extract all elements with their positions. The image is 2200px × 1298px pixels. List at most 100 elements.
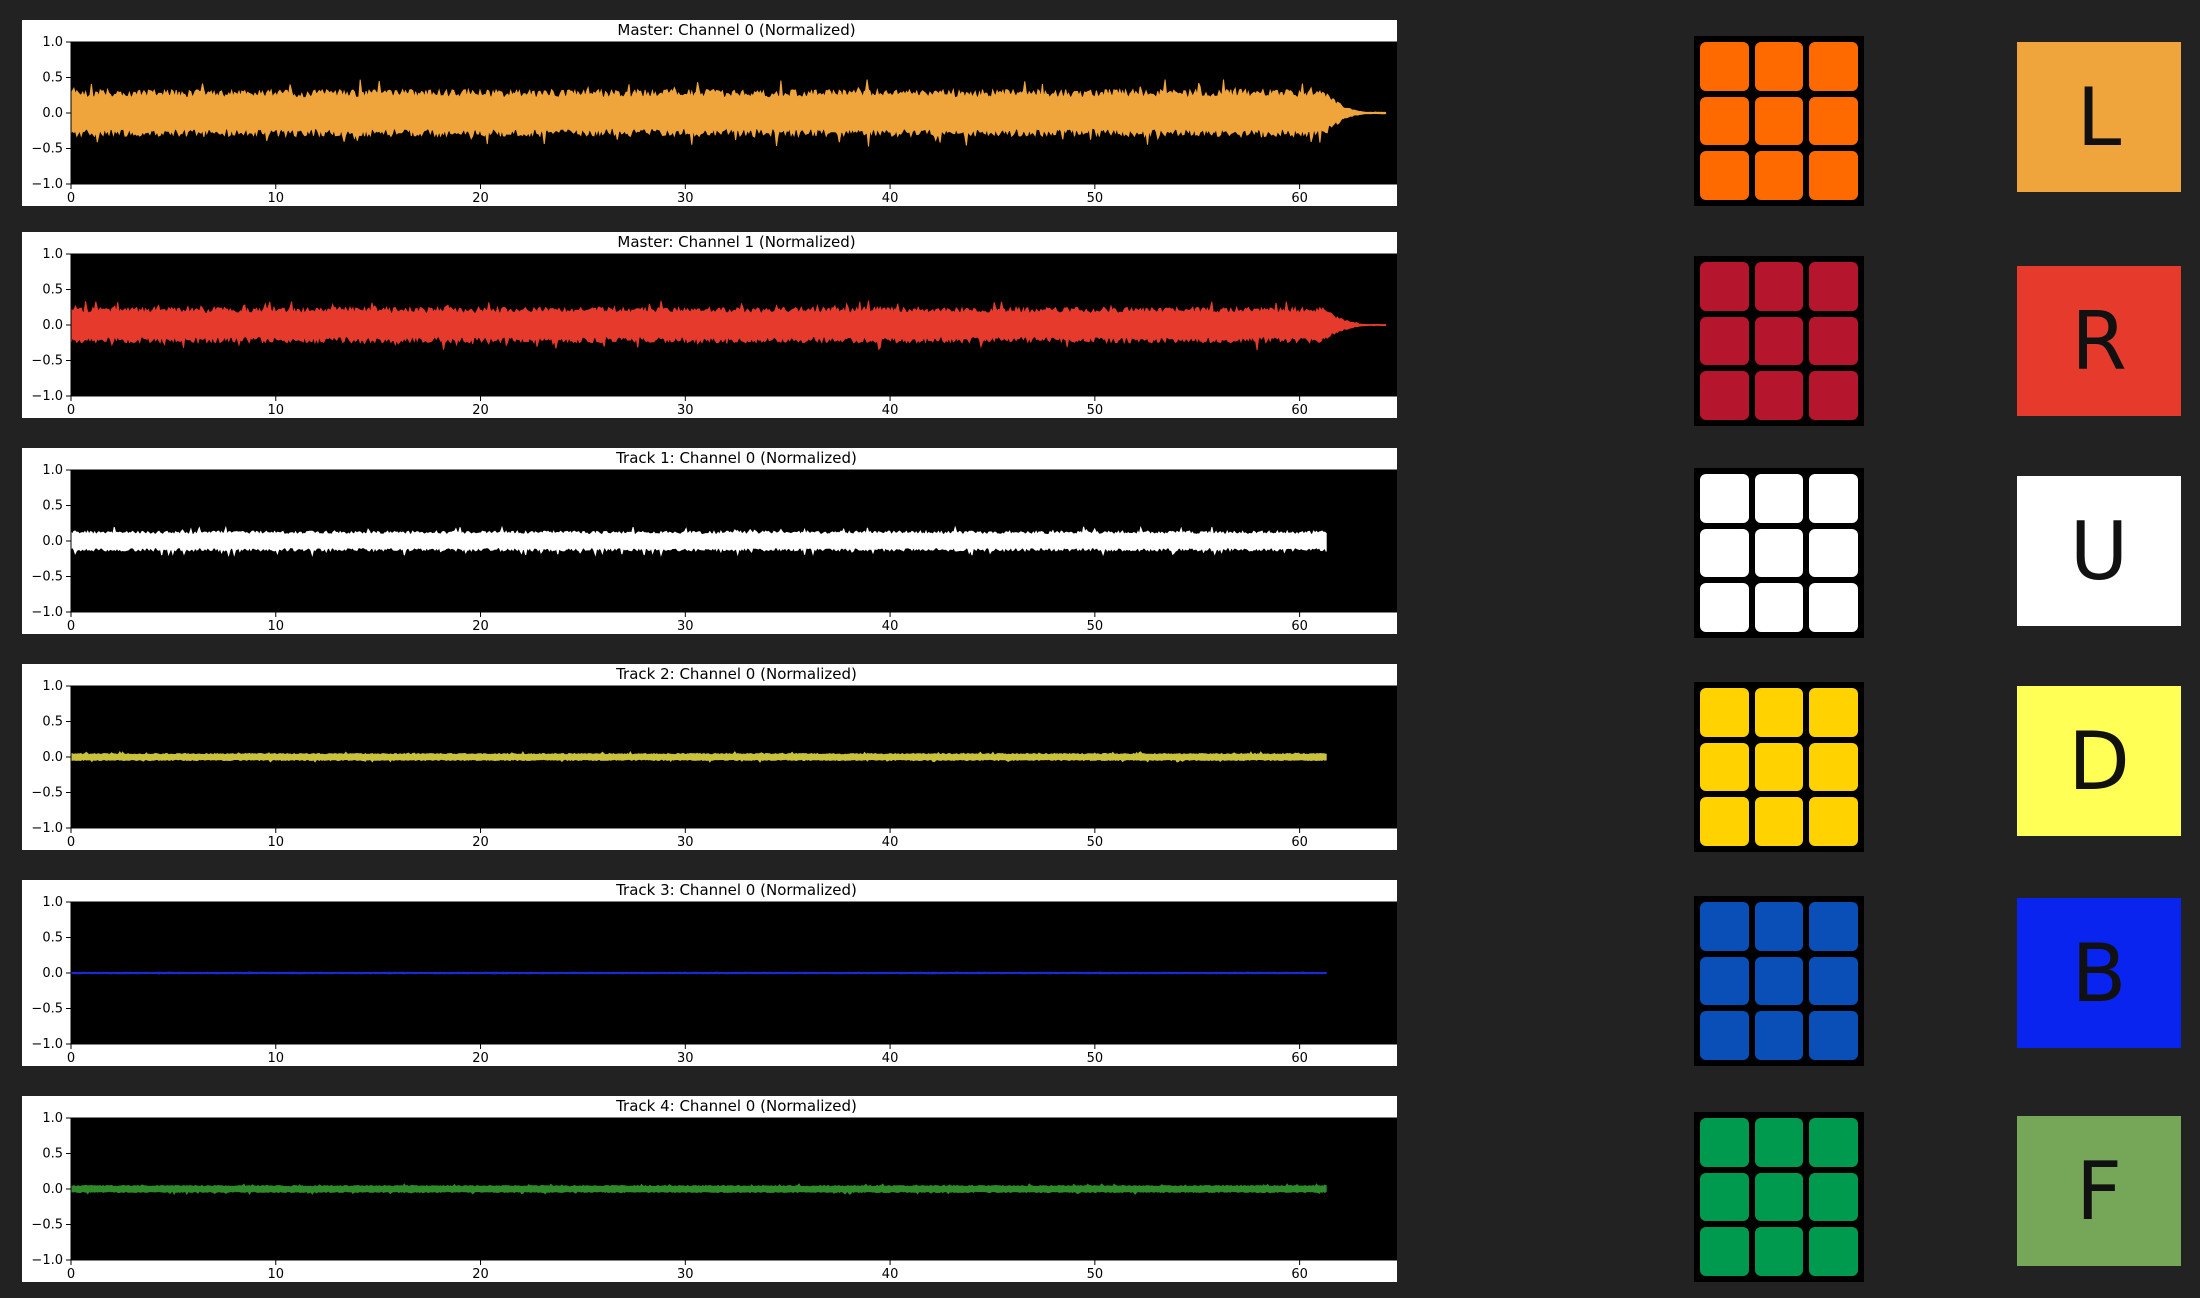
cube-sticker <box>1754 583 1804 632</box>
x-tick-label: 50 <box>1087 835 1104 850</box>
cube-sticker <box>1754 42 1804 91</box>
cube-sticker <box>1754 96 1804 146</box>
x-tick-label: 20 <box>472 403 489 418</box>
y-tick-label: 1.0 <box>42 35 63 50</box>
x-tick-label: 60 <box>1291 1051 1308 1066</box>
x-tick-label: 20 <box>472 1267 489 1282</box>
cube-sticker <box>1700 742 1749 792</box>
cube-sticker <box>1700 956 1749 1006</box>
y-tick-label: 0.5 <box>42 71 63 86</box>
x-tick-label: 60 <box>1291 403 1308 418</box>
y-tick-label: −0.5 <box>31 786 63 801</box>
waveform-panel: Master: Channel 1 (Normalized) 0 10 20 30 40 5… <box>22 232 1397 418</box>
x-tick-label: 0 <box>67 403 75 418</box>
x-tick-label: 20 <box>472 619 489 634</box>
x-tick-label: 10 <box>267 835 284 850</box>
x-tick-label: 10 <box>267 619 284 634</box>
cube-sticker <box>1700 96 1749 146</box>
y-tick-label: 0.0 <box>42 750 63 765</box>
y-tick-label: 0.5 <box>42 499 63 514</box>
y-tick-label: −1.0 <box>31 389 63 404</box>
x-tick-label: 20 <box>472 1051 489 1066</box>
face-letter-tile: B <box>2017 898 2181 1048</box>
waveform-panel: Track 1: Channel 0 (Normalized) 0 10 20 30 40… <box>22 448 1397 634</box>
x-tick-label: 10 <box>267 1267 284 1282</box>
chart-title: Track 1: Channel 0 (Normalized) <box>615 449 857 467</box>
y-tick-label: 1.0 <box>42 247 63 262</box>
x-tick-label: 40 <box>882 1267 899 1282</box>
cube-sticker <box>1809 316 1858 366</box>
y-tick-label: 0.5 <box>42 931 63 946</box>
x-tick-label: 10 <box>267 1051 284 1066</box>
waveform-series <box>70 971 1327 975</box>
cube-sticker <box>1809 151 1858 200</box>
face-letter-tile: R <box>2017 266 2181 416</box>
x-tick-label: 40 <box>882 403 899 418</box>
chart-title: Track 3: Channel 0 (Normalized) <box>615 881 857 899</box>
cube-sticker <box>1700 262 1749 311</box>
cube-sticker <box>1700 1011 1749 1060</box>
y-tick-label: 0.0 <box>42 106 63 121</box>
cube-face-f <box>1694 1112 1864 1282</box>
cube-sticker <box>1809 902 1858 951</box>
x-tick-label: 60 <box>1291 835 1308 850</box>
cube-sticker <box>1809 262 1858 311</box>
waveform-panel: Track 3: Channel 0 (Normalized) 0 10 20 30 40… <box>22 880 1397 1066</box>
waveform-chart: Track 2: Channel 0 (Normalized) 0 10 20 30 40… <box>31 665 1397 850</box>
cube-face-l <box>1694 36 1864 206</box>
x-tick-label: 50 <box>1087 1051 1104 1066</box>
x-tick-label: 10 <box>267 403 284 418</box>
x-tick-label: 50 <box>1087 191 1104 206</box>
cube-sticker <box>1754 797 1804 846</box>
cube-sticker <box>1754 742 1804 792</box>
y-tick-label: 0.0 <box>42 534 63 549</box>
cube-sticker <box>1700 1172 1749 1222</box>
cube-sticker <box>1754 371 1804 420</box>
chart-title: Master: Channel 1 (Normalized) <box>617 233 855 251</box>
x-tick-label: 30 <box>677 403 694 418</box>
x-tick-label: 0 <box>67 191 75 206</box>
cube-sticker <box>1700 474 1749 523</box>
cube-face-b <box>1694 896 1864 1066</box>
x-tick-label: 60 <box>1291 619 1308 634</box>
cube-sticker <box>1809 797 1858 846</box>
y-tick-label: 0.5 <box>42 1147 63 1162</box>
cube-sticker <box>1700 42 1749 91</box>
y-tick-label: 1.0 <box>42 679 63 694</box>
x-tick-label: 40 <box>882 191 899 206</box>
cube-face-d <box>1694 682 1864 852</box>
cube-face-r <box>1694 256 1864 426</box>
y-tick-label: −0.5 <box>31 570 63 585</box>
cube-sticker <box>1809 742 1858 792</box>
cube-sticker <box>1700 528 1749 578</box>
y-tick-label: 0.5 <box>42 715 63 730</box>
cube-sticker <box>1700 583 1749 632</box>
cube-sticker <box>1754 902 1804 951</box>
x-tick-label: 50 <box>1087 403 1104 418</box>
waveform-panel: Track 2: Channel 0 (Normalized) 0 10 20 30 40… <box>22 664 1397 850</box>
cube-sticker <box>1809 583 1858 632</box>
x-tick-label: 30 <box>677 191 694 206</box>
cube-sticker <box>1809 1011 1858 1060</box>
x-tick-label: 40 <box>882 619 899 634</box>
x-tick-label: 40 <box>882 1051 899 1066</box>
cube-sticker <box>1809 1172 1858 1222</box>
x-tick-label: 30 <box>677 1267 694 1282</box>
cube-sticker <box>1700 797 1749 846</box>
cube-sticker <box>1754 956 1804 1006</box>
cube-sticker <box>1809 96 1858 146</box>
cube-sticker <box>1809 42 1858 91</box>
chart-title: Track 4: Channel 0 (Normalized) <box>615 1097 857 1115</box>
x-tick-label: 0 <box>67 1267 75 1282</box>
waveform-chart: Master: Channel 0 (Normalized) 0 10 20 30 40 5… <box>31 21 1397 206</box>
y-tick-label: −0.5 <box>31 1002 63 1017</box>
y-tick-label: 1.0 <box>42 463 63 478</box>
waveform-chart: Master: Channel 1 (Normalized) 0 10 20 30 40 5… <box>31 233 1397 418</box>
cube-sticker <box>1754 1227 1804 1276</box>
waveform-chart: Track 4: Channel 0 (Normalized) 0 10 20 30 40… <box>31 1097 1397 1282</box>
x-tick-label: 0 <box>67 835 75 850</box>
cube-sticker <box>1754 262 1804 311</box>
cube-sticker <box>1700 151 1749 200</box>
y-tick-label: 0.0 <box>42 318 63 333</box>
waveform-chart: Track 1: Channel 0 (Normalized) 0 10 20 30 40… <box>31 449 1397 634</box>
